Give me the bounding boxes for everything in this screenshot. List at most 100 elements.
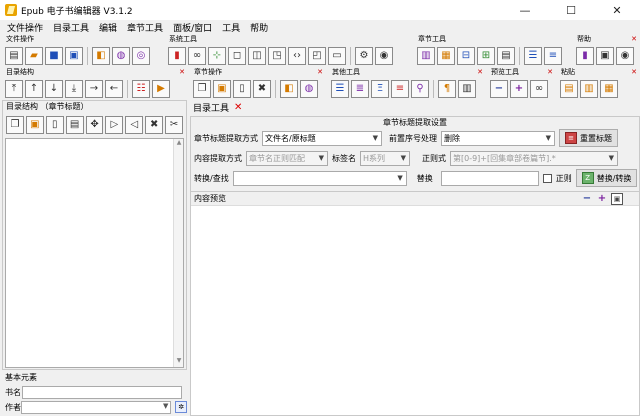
reset-title-button[interactable]: ≡ 重置标题	[559, 129, 618, 147]
next-icon[interactable]: ▷	[105, 116, 124, 134]
binoculars-icon[interactable]: ∞	[188, 46, 206, 65]
menu-panel-window[interactable]: 面板/窗口	[168, 21, 217, 34]
save-as-icon[interactable]: ▣	[65, 46, 83, 65]
image-preview-icon[interactable]: ▣	[611, 193, 623, 205]
close-icon[interactable]: ✕	[631, 68, 637, 77]
new-node-icon[interactable]: ▯	[45, 116, 64, 134]
html-tag-icon[interactable]: ◻	[228, 46, 246, 65]
delete-chapter-icon[interactable]: ✖	[253, 79, 271, 98]
import-icon[interactable]: ◧	[92, 46, 110, 65]
gear-icon[interactable]: ⚙	[355, 46, 373, 65]
zoom-out-icon[interactable]: −	[581, 193, 593, 205]
replace-convert-button[interactable]: Z 替换/转换	[575, 169, 638, 187]
outdent-icon[interactable]: ←	[105, 79, 123, 98]
chapter-table-icon[interactable]: ▤	[497, 46, 515, 65]
trash-icon[interactable]: ✖	[145, 116, 164, 134]
node-list-icon[interactable]: ▤	[65, 116, 84, 134]
toc-list-icon[interactable]: ☷	[132, 79, 150, 98]
paste-node-icon[interactable]: ▣	[25, 116, 44, 134]
cut-icon[interactable]: ✂	[165, 116, 184, 134]
book-name-field[interactable]	[22, 385, 182, 399]
menu-tools[interactable]: 工具	[217, 21, 245, 34]
prev-icon[interactable]: ◁	[125, 116, 144, 134]
font-icon[interactable]: ◰	[308, 46, 326, 65]
paste-special-icon[interactable]: ▥	[580, 79, 598, 98]
open-folder-icon[interactable]: ▰	[25, 46, 43, 65]
move-up-icon[interactable]: ↑	[25, 79, 43, 98]
toc-tool-tab[interactable]: 目录工具	[193, 101, 229, 114]
paste-chapter-icon[interactable]: ▣	[213, 79, 231, 98]
menu-chapter-tools[interactable]: 章节工具	[122, 21, 168, 34]
eye-icon[interactable]: ◉	[375, 46, 393, 65]
close-tab-icon[interactable]: ✕	[234, 102, 242, 113]
copy-chapter-icon[interactable]: ❐	[193, 79, 211, 98]
zoom-out-icon[interactable]: −	[490, 79, 508, 98]
maximize-button[interactable]: ☐	[548, 0, 594, 20]
move-top-icon[interactable]: ⤒	[5, 79, 23, 98]
scroll-up-icon[interactable]: ▲	[174, 139, 184, 149]
indent-icon[interactable]: →	[85, 79, 103, 98]
move-down-icon[interactable]: ↓	[45, 79, 63, 98]
paste-text-icon[interactable]: ▦	[600, 79, 618, 98]
menu-edit[interactable]: 编辑	[94, 21, 122, 34]
find-icon[interactable]: ⚲	[411, 79, 429, 98]
author-lookup-icon[interactable]: ✲	[175, 401, 187, 413]
toc-export-icon[interactable]: ▶	[152, 79, 170, 98]
chapter-import-icon[interactable]: ◧	[280, 79, 298, 98]
tag-select[interactable]: H系列 ▼	[360, 150, 410, 166]
image-icon[interactable]: ◳	[268, 46, 286, 65]
toc-scrollbar[interactable]: ▲ ▼	[173, 139, 183, 367]
convert-select[interactable]: ▼	[232, 170, 407, 186]
move-bottom-icon[interactable]: ⤓	[65, 79, 83, 98]
close-icon[interactable]: ✕	[317, 68, 323, 77]
menu-file-ops[interactable]: 文件操作	[2, 21, 48, 34]
close-icon[interactable]: ✕	[477, 68, 483, 77]
chevron-down-icon[interactable]: ▼	[163, 402, 168, 410]
menu-help[interactable]: 帮助	[245, 21, 273, 34]
columns-icon[interactable]: ▥	[458, 79, 476, 98]
text-format-icon[interactable]: Ξ	[371, 79, 389, 98]
save-icon[interactable]: ■	[45, 46, 63, 65]
highlight-icon[interactable]: ≡	[391, 79, 409, 98]
paragraph-icon[interactable]: ¶	[438, 79, 456, 98]
close-icon[interactable]: ✕	[631, 35, 637, 44]
chapter-chart-icon[interactable]: ▥	[417, 46, 435, 65]
chapter-grid-icon[interactable]: ▦	[437, 46, 455, 65]
zoom-in-icon[interactable]: +	[596, 193, 608, 205]
export-icon[interactable]: ◎	[132, 46, 150, 65]
align-center-icon[interactable]: ≡	[544, 46, 562, 65]
css-icon[interactable]: ◫	[248, 46, 266, 65]
close-button[interactable]: ✕	[594, 0, 640, 20]
close-icon[interactable]: ✕	[547, 68, 553, 77]
code-icon[interactable]: ‹›	[288, 46, 306, 65]
scroll-down-icon[interactable]: ▼	[174, 357, 184, 367]
help-book-icon[interactable]: ▮	[576, 46, 594, 65]
replace-field[interactable]	[440, 170, 539, 186]
chapter-split-icon[interactable]: ⊟	[457, 46, 475, 65]
close-icon[interactable]: ✕	[179, 68, 185, 77]
author-field[interactable]: ▼	[21, 400, 172, 414]
settings-file-icon[interactable]: ◍	[112, 46, 130, 65]
minimize-button[interactable]: —	[502, 0, 548, 20]
window-icon[interactable]: ▭	[328, 46, 346, 65]
chapter-merge-icon[interactable]: ⊞	[477, 46, 495, 65]
zoom-in-icon[interactable]: +	[510, 79, 528, 98]
copy-icon[interactable]: ❐	[6, 116, 24, 134]
content-method-select[interactable]: 章节名正则匹配 ▼	[246, 150, 328, 166]
extract-method-select[interactable]: 文件名/原标题 ▼	[262, 130, 382, 146]
book-red-icon[interactable]: ▮	[168, 46, 186, 65]
info-eye-icon[interactable]: ◉	[616, 46, 634, 65]
format-icon[interactable]: ≣	[351, 79, 369, 98]
list-icon[interactable]: ☰	[331, 79, 349, 98]
chapter-settings-icon[interactable]: ◍	[300, 79, 318, 98]
new-file-icon[interactable]: ▤	[5, 46, 23, 65]
regex-select[interactable]: 第[0-9]+[回集章部卷篇节].* ▼	[450, 150, 618, 166]
new-chapter-icon[interactable]: ▯	[233, 79, 251, 98]
about-icon[interactable]: ▣	[596, 46, 614, 65]
menu-toc-tools[interactable]: 目录工具	[48, 21, 94, 34]
paste-icon[interactable]: ▤	[560, 79, 578, 98]
node-tree-icon[interactable]: ⊹	[208, 46, 226, 65]
align-icon[interactable]: ☰	[524, 46, 542, 65]
move-all-icon[interactable]: ✥	[85, 116, 104, 134]
glasses-icon[interactable]: ∞	[530, 79, 548, 98]
